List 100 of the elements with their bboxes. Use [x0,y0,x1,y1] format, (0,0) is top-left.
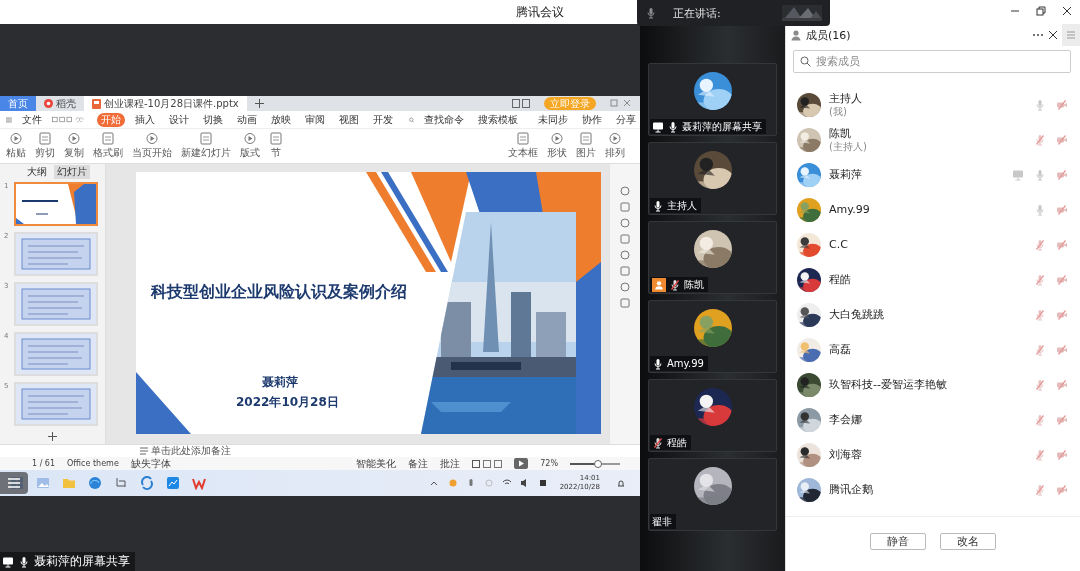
notification-icon [616,478,626,488]
app-tab[interactable]: 稻壳 [36,96,84,111]
member-role: (主持人) [829,139,868,153]
ribbon-button[interactable]: 复制 [64,132,84,160]
ribbon-button[interactable]: 文本框 [508,132,538,160]
speaking-label: 正在讲话: [673,5,721,21]
ribbon-button[interactable]: 剪切 [35,132,55,160]
member-row[interactable]: 玖智科技--爱智运李艳敏 [786,367,1080,402]
camera-off-icon [1056,378,1068,391]
close-icon[interactable] [1048,30,1058,40]
ribbon-button[interactable]: 当页开始 [132,132,172,160]
ribbon-button[interactable]: 格式刷 [93,132,123,160]
window-controls-icon [610,99,632,108]
ribbon-button[interactable]: 排列 [605,132,625,160]
search-link[interactable]: 查找命令 [420,112,468,127]
restore-icon[interactable] [1034,4,1048,18]
add-tab-icon [254,99,264,108]
search-link[interactable]: 搜索模板 [474,112,522,127]
toolbar-link[interactable]: 分享 [612,112,640,127]
notes-button[interactable]: 备注 [408,456,429,471]
beautify-button[interactable]: 智能美化 [356,456,397,471]
ribbon-button[interactable]: 图片 [576,132,596,160]
camera-off-icon [1056,133,1068,146]
notes-field[interactable]: 单击此处添加备注 [140,444,231,458]
menu-tab[interactable]: 视图 [334,112,363,127]
menu-tab[interactable]: 切换 [198,112,227,127]
app-tab[interactable]: 首页 [0,96,36,111]
ribbon-icon [608,132,622,145]
ribbon-button[interactable]: 新建幻灯片 [181,132,231,160]
play-icon[interactable] [514,458,529,469]
ribbon-icon [516,132,530,145]
menu-tab[interactable]: 审阅 [300,112,329,127]
layout-icon [512,99,530,108]
ribbon-icon [9,132,23,145]
menu-button[interactable] [0,472,28,494]
menu-tab[interactable]: 动画 [232,112,261,127]
menu-tab[interactable]: 开发 [368,112,397,127]
ribbon-icon [101,132,115,145]
sidebar-toggle[interactable] [1062,24,1080,46]
member-row[interactable]: 李会娜 [786,402,1080,437]
menu-tab[interactable]: 设计 [164,112,193,127]
camera-off-icon [1056,203,1068,216]
missing-fonts-link[interactable]: 缺失字体 [130,456,171,471]
page-counter: 1 / 61 [32,459,56,468]
member-row[interactable]: 高磊 [786,332,1080,367]
menu-tab[interactable]: 插入 [130,112,159,127]
footer-button[interactable]: 静音 [870,532,926,550]
wps-icon[interactable] [192,476,206,490]
camera-off-icon [1056,98,1068,111]
member-row[interactable]: C.C [786,227,1080,262]
panel-tab[interactable]: 幻灯片 [54,164,90,179]
camera-off-icon [1056,483,1068,496]
browser-icon[interactable] [88,476,102,490]
swirl-icon[interactable] [140,476,154,490]
snipping-icon[interactable] [114,476,128,490]
ribbon-button[interactable]: 形状 [547,132,567,160]
comments-button[interactable]: 批注 [440,456,461,471]
participant-name: 聂莉萍的屏幕共享 [682,119,762,134]
footer-button[interactable]: 改名 [940,532,996,550]
photos-icon[interactable] [36,476,50,490]
panel-tab[interactable]: 大纲 [24,164,50,179]
member-row[interactable]: 刘海蓉 [786,437,1080,472]
member-row[interactable]: Amy.99 [786,192,1080,227]
toolbar-link[interactable]: 未同步 [534,112,572,127]
toolbar-link[interactable]: 协作 [578,112,606,127]
member-row[interactable]: 聂莉萍 [786,157,1080,192]
ribbon-icon [67,132,81,145]
ribbon-button[interactable]: 粘贴 [6,132,26,160]
screen-share-icon [2,555,14,568]
member-row[interactable]: 腾讯企鹅 [786,472,1080,507]
close-icon[interactable] [1060,4,1074,18]
member-row[interactable]: 程皓 [786,262,1080,297]
ribbon-button[interactable]: 节 [269,132,283,160]
app-tab[interactable]: 创业课程-10月28日课件.pptx [84,96,247,111]
ribbon-button[interactable]: 版式 [240,132,260,160]
menu-tab[interactable]: 文件 [17,112,46,127]
zoom-slider[interactable] [570,462,620,465]
participant-name: 主持人 [667,198,697,213]
add-slide-icon [48,432,57,441]
member-row[interactable]: 陈凯 (主持人) [786,122,1080,157]
slide-date: 2022年10月28日 [236,394,339,411]
notes-icon [140,447,148,455]
camera-off-icon [1056,168,1068,181]
member-name: 玖智科技--爱智运李艳敏 [829,378,948,391]
search-field[interactable]: 搜索成员 [793,50,1071,73]
menu-icon [6,115,12,124]
panel-title: 成员(16) [806,27,851,43]
microphone-icon [645,7,657,19]
slide-author: 聂莉萍 [262,374,298,391]
member-name: 刘海蓉 [829,448,863,461]
member-row[interactable]: 大白兔跳跳 [786,297,1080,332]
members-icon [790,29,802,41]
microphone-icon [18,555,30,568]
chart-app-icon[interactable] [166,476,180,490]
participant-name: Amy.99 [667,358,704,369]
zoom-thumb[interactable] [593,459,602,468]
member-row[interactable]: 主持人 (我) [786,87,1080,122]
menu-tab[interactable]: 放映 [266,112,295,127]
member-name: C.C [829,238,849,251]
camera-off-icon [1056,238,1068,251]
